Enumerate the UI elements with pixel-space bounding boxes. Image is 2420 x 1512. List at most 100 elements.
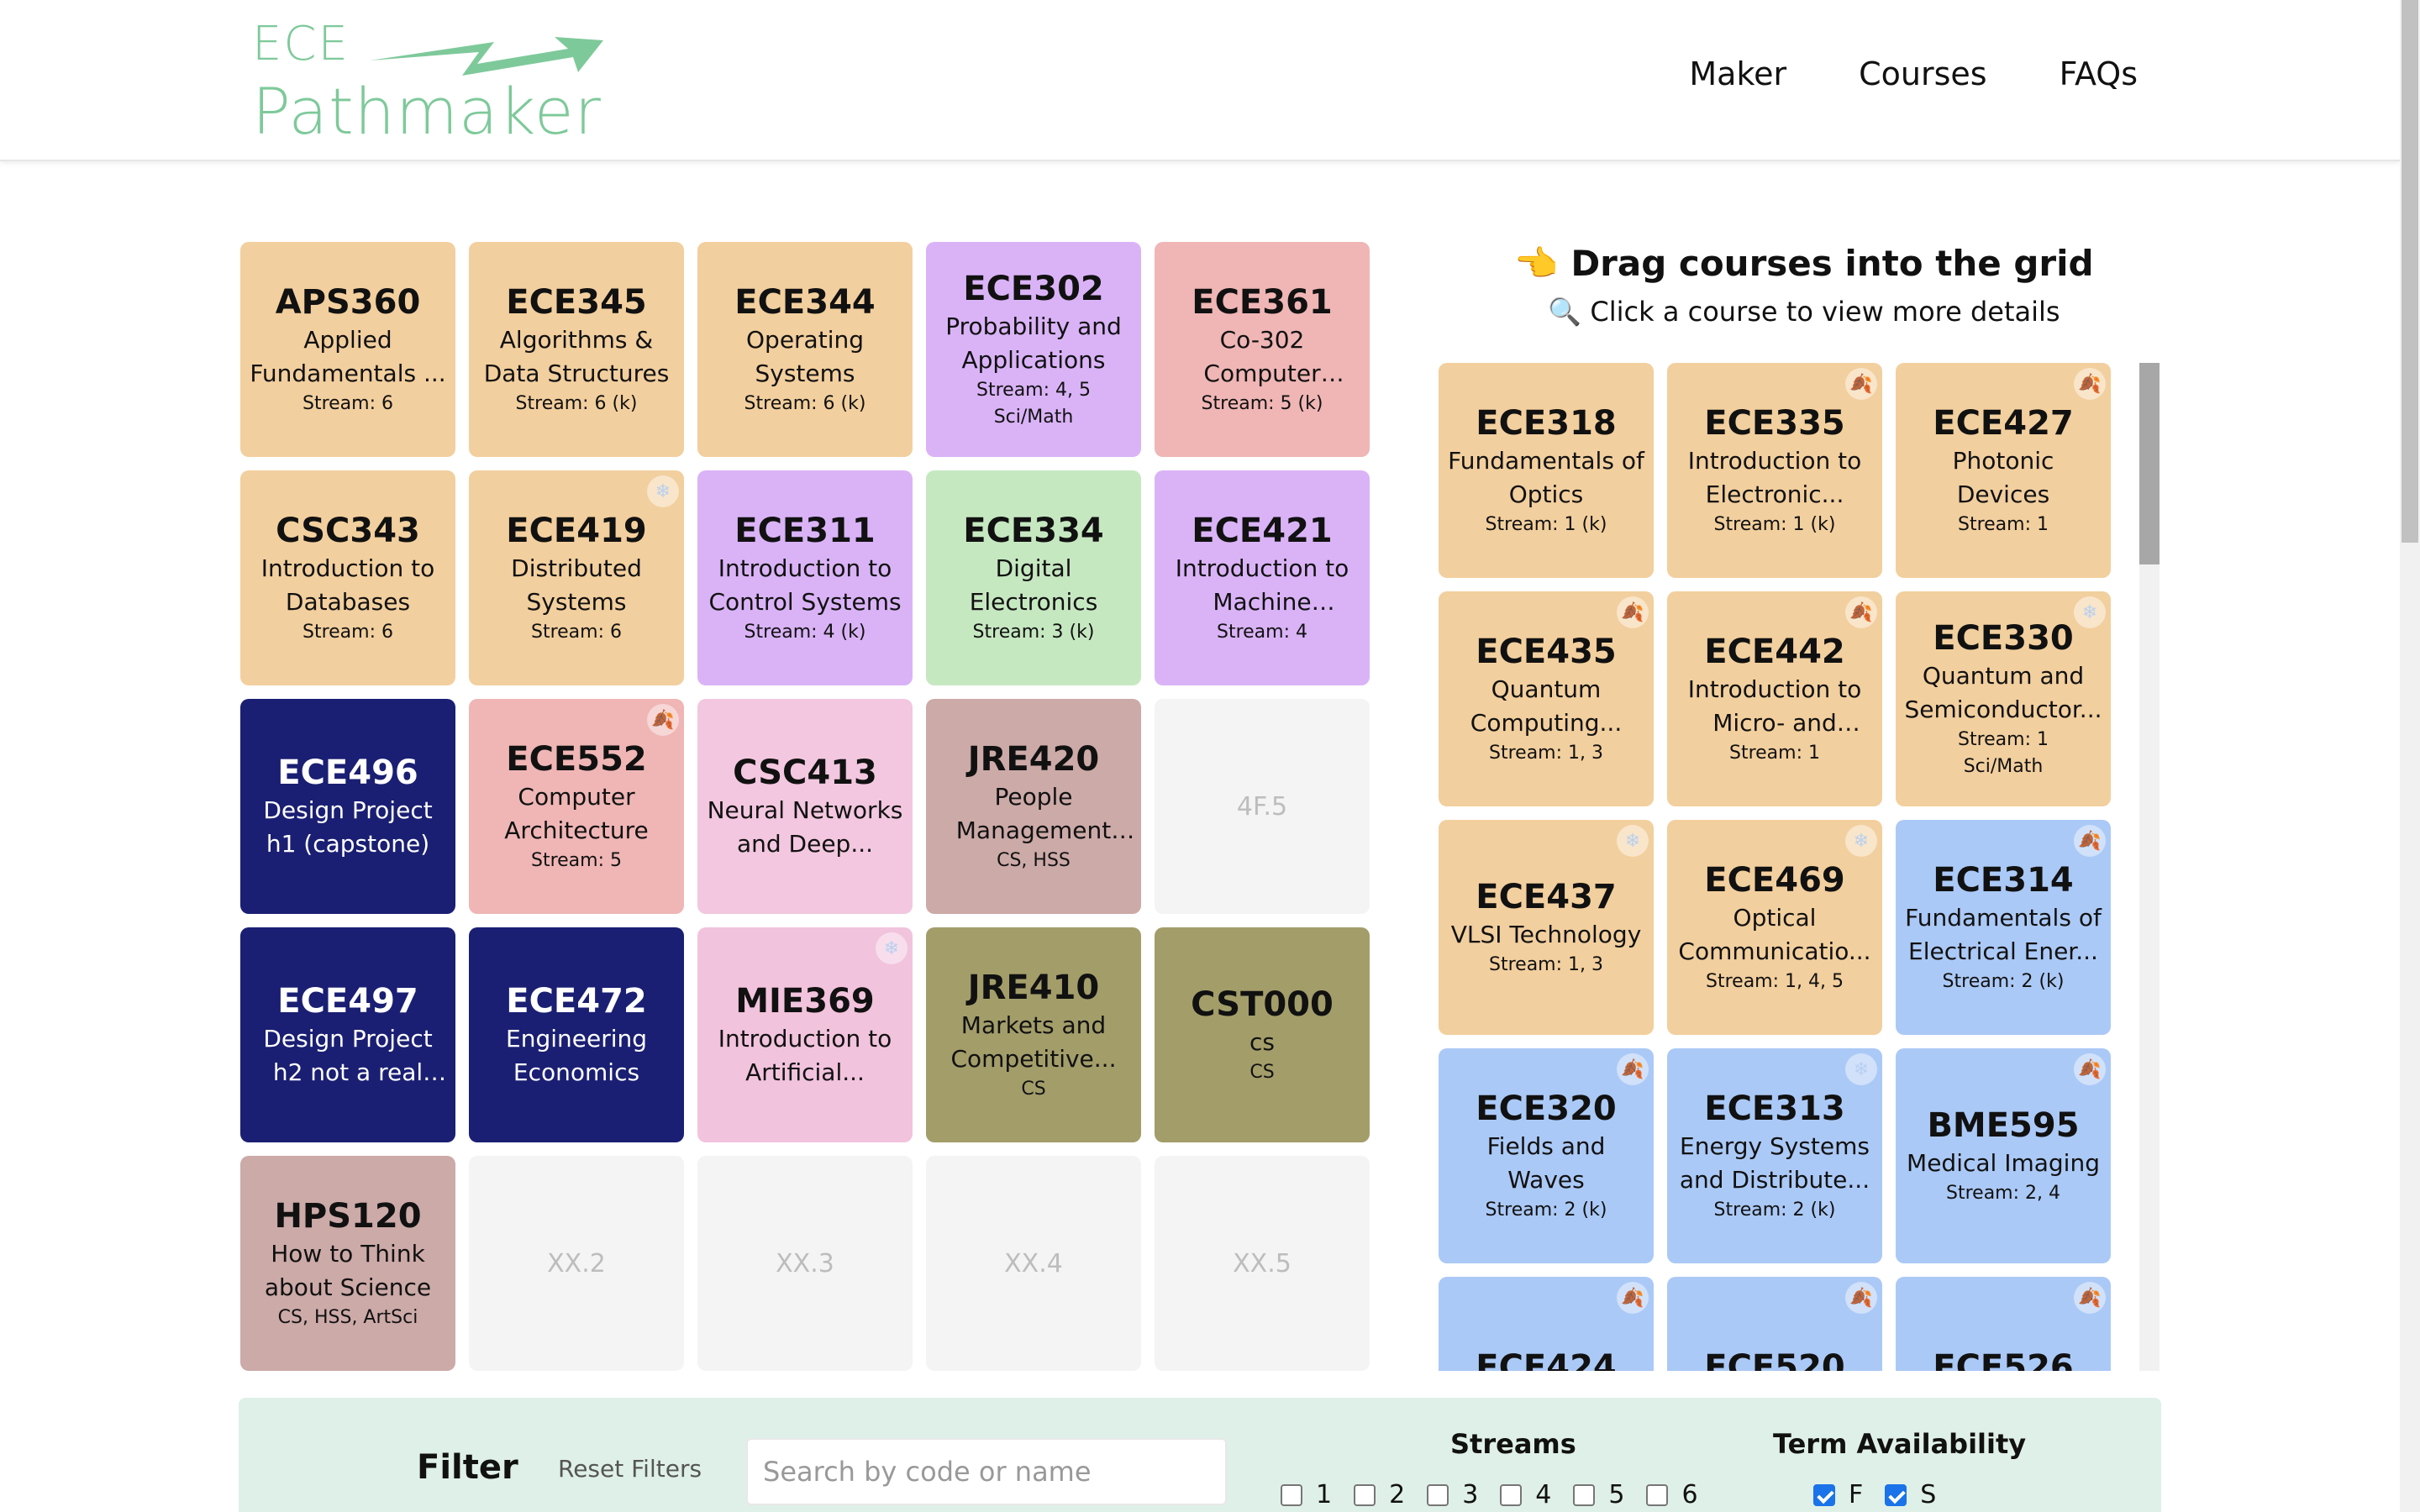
course-code: ECE335 xyxy=(1704,404,1845,443)
nav-courses[interactable]: Courses xyxy=(1859,55,1986,92)
course-tile[interactable]: ECE526P... S...🍂 xyxy=(1896,1277,2111,1371)
course-tile[interactable]: ECE520P...🍂 xyxy=(1667,1277,1882,1371)
course-name: Fields and Waves xyxy=(1486,1132,1606,1194)
checkbox[interactable] xyxy=(1500,1483,1523,1506)
course-name: Design Project h1 (capstone) xyxy=(263,796,433,858)
course-tile[interactable]: ECE361 Co-302 Computer Networks I Stream: … xyxy=(1155,242,1370,457)
course-code: ECE496 xyxy=(277,753,418,792)
course-tile[interactable]: ECE472 Engineering Economics xyxy=(469,927,684,1142)
fall-leaf-icon: 🍂 xyxy=(1617,1053,1649,1085)
course-code: ECE526 xyxy=(1933,1348,2074,1371)
course-stream: Stream: 1, 3 xyxy=(1489,743,1603,764)
nav-maker[interactable]: Maker xyxy=(1689,55,1786,92)
course-code: ECE427 xyxy=(1933,404,2074,443)
snowflake-icon: ❄ xyxy=(2074,596,2106,628)
course-code: ECE311 xyxy=(734,512,876,550)
course-list-scroll-thumb[interactable] xyxy=(2139,363,2160,564)
course-tile[interactable]: ECE496 Design Project h1 (capstone) xyxy=(240,699,455,914)
course-tile[interactable]: ECE334 Digital Electronics Stream: 3 (k) xyxy=(926,470,1141,685)
course-stream: Stream: 6 xyxy=(302,622,393,643)
checkbox[interactable] xyxy=(1885,1483,1907,1506)
page-scroll-thumb[interactable] xyxy=(2402,0,2418,543)
checkbox[interactable] xyxy=(1281,1483,1302,1506)
course-tags: CS xyxy=(1249,1062,1275,1083)
course-tile[interactable]: JRE420 People Management a... CS, HSS xyxy=(926,699,1141,914)
checkbox[interactable] xyxy=(1646,1483,1669,1506)
empty-slot[interactable]: XX.3 xyxy=(697,1156,913,1371)
course-tile[interactable]: ECE424Mi...🍂 xyxy=(1439,1277,1654,1371)
course-code: APS360 xyxy=(275,283,421,322)
search-input[interactable] xyxy=(746,1438,1227,1505)
course-tile[interactable]: ECE302 Probability and Applications Stream… xyxy=(926,242,1141,457)
course-list-scrollbar[interactable] xyxy=(2139,363,2160,1371)
term-checkbox-S[interactable]: S xyxy=(1885,1480,1936,1509)
course-tile[interactable]: ECE469 Optical Communicatio... Stream: 1, … xyxy=(1667,820,1882,1035)
stream-checkbox-6[interactable]: 6 xyxy=(1646,1480,1698,1509)
course-stream: Stream: 4 xyxy=(1216,622,1307,643)
course-tile[interactable]: ECE427 Photonic Devices Stream: 1 🍂 xyxy=(1896,363,2111,578)
course-tile[interactable]: ECE419 Distributed Systems Stream: 6 ❄ xyxy=(469,470,684,685)
course-tile[interactable]: CST000 cs CS xyxy=(1155,927,1370,1142)
course-tile[interactable]: ECE437 VLSI Technology Stream: 1, 3 ❄ xyxy=(1439,820,1654,1035)
course-tile[interactable]: ECE318 Fundamentals of Optics Stream: 1 (k… xyxy=(1439,363,1654,578)
course-name: Neural Networks and Deep... xyxy=(707,796,903,858)
course-code: HPS120 xyxy=(274,1197,422,1236)
course-tile[interactable]: CSC343 Introduction to Databases Stream: 6 xyxy=(240,470,455,685)
page-scrollbar[interactable] xyxy=(2400,0,2420,1512)
checkbox[interactable] xyxy=(1354,1483,1376,1506)
course-stream: Stream: 1 (k) xyxy=(1713,514,1836,535)
course-tile[interactable]: ECE421 Introduction to Machine Learning St… xyxy=(1155,470,1370,685)
course-tile[interactable]: ECE313 Energy Systems and Distribute... St… xyxy=(1667,1048,1882,1263)
checkbox[interactable] xyxy=(1813,1483,1835,1506)
course-tile[interactable]: HPS120 How to Think about Science CS, HSS,… xyxy=(240,1156,455,1371)
stream-checkbox-4[interactable]: 4 xyxy=(1500,1480,1551,1509)
course-tile[interactable]: ECE345 Algorithms & Data Structures Stream… xyxy=(469,242,684,457)
course-tile[interactable]: APS360 Applied Fundamentals ... Stream: 6 xyxy=(240,242,455,457)
logo-ece-text: ECE xyxy=(252,17,350,71)
course-tile[interactable]: BME595 Medical Imaging Stream: 2, 4 🍂 xyxy=(1896,1048,2111,1263)
fall-leaf-icon: 🍂 xyxy=(647,704,679,736)
empty-slot[interactable]: XX.4 xyxy=(926,1156,1141,1371)
reset-filters-button[interactable]: Reset Filters xyxy=(558,1455,702,1483)
course-tile[interactable]: ECE552 Computer Architecture Stream: 5 🍂 xyxy=(469,699,684,914)
course-tile[interactable]: ECE335 Introduction to Electronic... Strea… xyxy=(1667,363,1882,578)
course-stream: Stream: 3 (k) xyxy=(972,622,1095,643)
empty-slot[interactable]: 4F.5 xyxy=(1155,699,1370,914)
checkbox-label: S xyxy=(1920,1480,1937,1509)
course-tile[interactable]: MIE369 Introduction to Artificial... ❄ xyxy=(697,927,913,1142)
course-code: ECE330 xyxy=(1933,619,2074,658)
course-tile[interactable]: ECE320 Fields and Waves Stream: 2 (k) 🍂 xyxy=(1439,1048,1654,1263)
empty-slot[interactable]: XX.2 xyxy=(469,1156,684,1371)
course-name: Introduction to Databases xyxy=(260,554,435,616)
stream-checkbox-5[interactable]: 5 xyxy=(1573,1480,1624,1509)
course-name: Quantum Computing... xyxy=(1470,675,1623,737)
course-tile[interactable]: CSC413 Neural Networks and Deep... xyxy=(697,699,913,914)
checkbox[interactable] xyxy=(1573,1483,1596,1506)
stream-checkbox-3[interactable]: 3 xyxy=(1427,1480,1478,1509)
fall-leaf-icon: 🍂 xyxy=(2074,1282,2106,1314)
term-checkbox-F[interactable]: F xyxy=(1813,1480,1863,1509)
course-list[interactable]: ECE318 Fundamentals of Optics Stream: 1 (k… xyxy=(1439,363,2160,1371)
course-tags: CS, HSS xyxy=(997,850,1071,871)
course-tile[interactable]: JRE410 Markets and Competitive... CS xyxy=(926,927,1141,1142)
logo[interactable]: ECE Pathmaker xyxy=(252,17,613,149)
course-tile[interactable]: ECE344 Operating Systems Stream: 6 (k) xyxy=(697,242,913,457)
course-code: ECE469 xyxy=(1704,861,1845,900)
checkbox[interactable] xyxy=(1427,1483,1449,1506)
course-tags: Sci/Math xyxy=(993,407,1074,428)
course-code: ECE361 xyxy=(1192,283,1333,322)
checkbox-label: F xyxy=(1849,1480,1864,1509)
course-tile[interactable]: ECE435 Quantum Computing... Stream: 1, 3 🍂 xyxy=(1439,591,1654,806)
nav-faqs[interactable]: FAQs xyxy=(2060,55,2138,92)
course-tile[interactable]: ECE497 Design Project h2 not a real cours… xyxy=(240,927,455,1142)
stream-checkbox-1[interactable]: 1 xyxy=(1281,1480,1332,1509)
course-tile[interactable]: ECE330 Quantum and Semiconductor... Stream… xyxy=(1896,591,2111,806)
course-code: CSC413 xyxy=(733,753,877,792)
course-tile[interactable]: ECE314 Fundamentals of Electrical Ener...… xyxy=(1896,820,2111,1035)
course-tile[interactable]: ECE311 Introduction to Control Systems Str… xyxy=(697,470,913,685)
empty-slot[interactable]: XX.5 xyxy=(1155,1156,1370,1371)
course-tile[interactable]: ECE442 Introduction to Micro- and Nan... S… xyxy=(1667,591,1882,806)
course-stream: Stream: 1 xyxy=(1957,514,2049,535)
checkbox-label: 3 xyxy=(1462,1480,1479,1509)
stream-checkbox-2[interactable]: 2 xyxy=(1354,1480,1405,1509)
